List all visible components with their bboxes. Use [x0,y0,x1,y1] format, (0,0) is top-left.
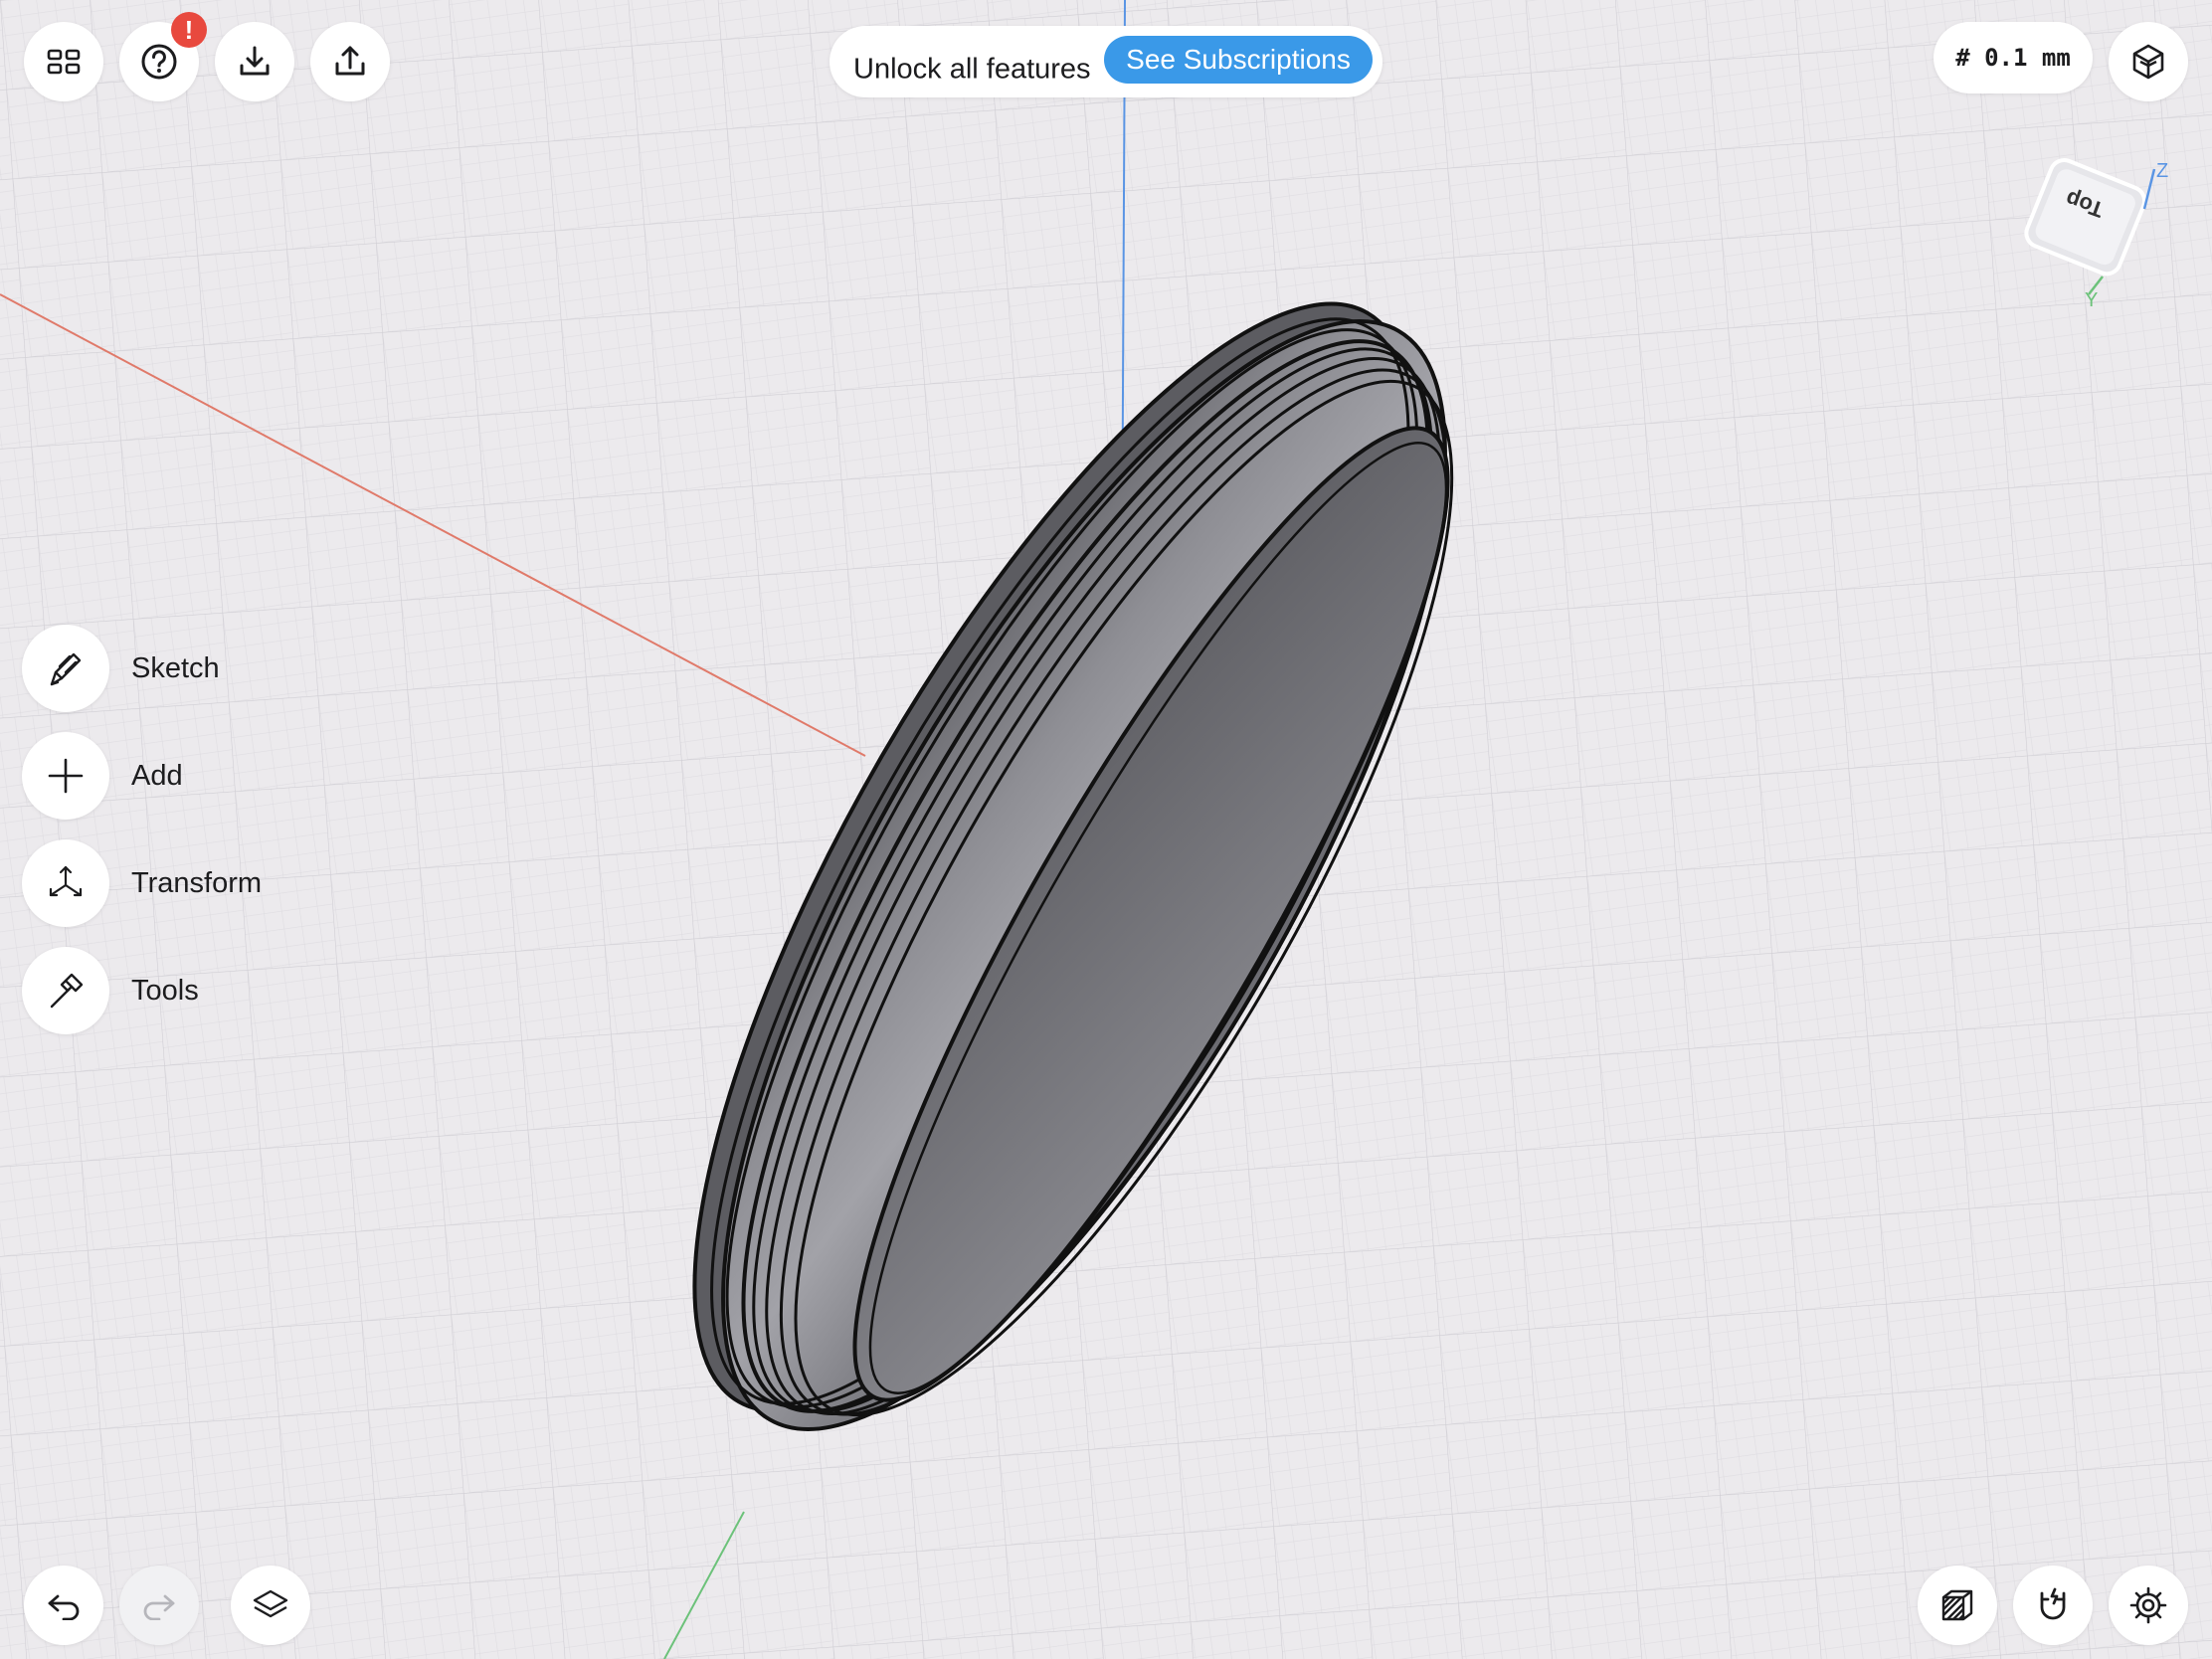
undo-icon [44,1590,84,1620]
sketch-tool[interactable]: Sketch [22,623,220,714]
question-mark-icon [139,42,179,82]
grid-unit-pill[interactable]: # 0.1 mm [1934,22,2093,93]
cube-view-icon [2128,42,2168,82]
view-cube-y-label: Y [2085,289,2098,311]
undo-button[interactable] [24,1566,103,1645]
transform-label: Transform [131,866,263,899]
pencil-icon [44,646,88,690]
layers-icon [251,1585,290,1625]
transform-tool[interactable]: Transform [22,837,262,929]
sketch-button[interactable] [22,625,109,712]
import-button[interactable] [215,22,294,101]
grid-view-button[interactable] [24,22,103,101]
grid-icon [47,48,81,76]
see-subscriptions-button[interactable]: See Subscriptions [1104,36,1373,84]
promo-text: Unlock all features [853,53,1091,86]
view-cube[interactable]: Top Z Y [2005,149,2184,318]
share-button[interactable] [310,22,390,101]
tools-tool[interactable]: Tools [22,945,199,1036]
transform-button[interactable] [22,839,109,927]
section-view-button[interactable] [1918,1566,1997,1645]
plus-icon [46,756,86,796]
magnet-icon [2033,1585,2073,1625]
tools-label: Tools [131,974,199,1007]
view-cube-z-axis [2142,168,2156,210]
transform-arrows-icon [44,861,88,905]
download-icon [237,44,273,80]
view-cube-z-label: Z [2156,160,2168,182]
notification-badge: ! [171,12,207,48]
share-icon [332,44,368,80]
hammer-icon [44,969,88,1013]
add-tool[interactable]: Add [22,730,183,822]
add-button[interactable] [22,732,109,820]
settings-button[interactable] [2109,1566,2188,1645]
grid-unit-label: # 0.1 mm [1955,44,2071,72]
hatched-box-icon [1937,1585,1977,1625]
redo-button[interactable] [119,1566,199,1645]
redo-icon [139,1590,179,1620]
layers-button[interactable] [231,1566,310,1645]
subscription-banner: Unlock all features See Subscriptions [830,26,1382,97]
3d-viewport[interactable] [0,0,2212,1659]
tools-button[interactable] [22,947,109,1034]
view-mode-button[interactable] [2109,22,2188,101]
gear-icon [2127,1584,2169,1626]
sketch-label: Sketch [131,651,220,684]
add-label: Add [131,759,183,792]
snap-button[interactable] [2013,1566,2093,1645]
